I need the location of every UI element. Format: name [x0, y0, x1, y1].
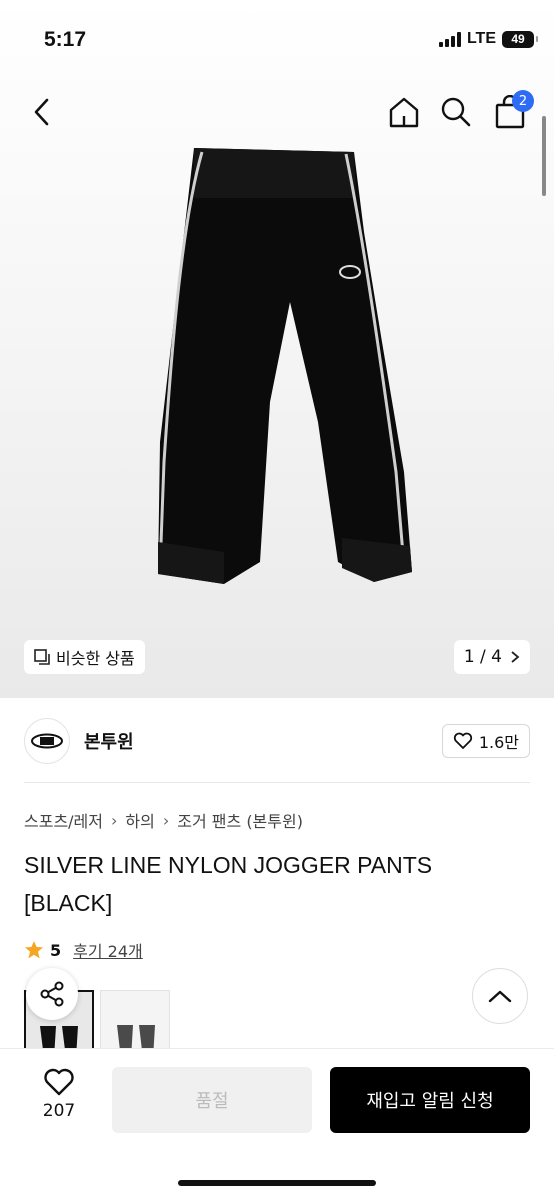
network-label: LTE: [466, 30, 496, 47]
chevron-up-icon: [488, 990, 512, 1003]
brand-logo-icon: [31, 733, 63, 749]
status-indicators: LTE 49: [438, 30, 538, 48]
chevron-right-icon: ›: [111, 810, 118, 830]
product-image: [158, 148, 412, 584]
cart-button[interactable]: 2: [490, 90, 534, 132]
breadcrumb-item[interactable]: 조거 팬츠 (본투윈): [177, 808, 303, 832]
breadcrumb-item[interactable]: 스포츠/레저: [24, 808, 103, 832]
wishlist-count: 207: [42, 1101, 76, 1121]
top-nav: 2: [0, 82, 554, 142]
signal-icon: [438, 31, 461, 47]
brand-logo[interactable]: [24, 718, 70, 764]
copy-icon: [34, 649, 50, 665]
status-time: 5:17: [44, 28, 87, 51]
battery-level: 49: [511, 32, 525, 46]
brand-like-button[interactable]: 1.6만: [441, 724, 530, 758]
scroll-top-button[interactable]: [472, 968, 528, 1024]
back-button[interactable]: [22, 92, 62, 132]
breadcrumb: 스포츠/레저 › 하의 › 조거 팬츠 (본투윈): [24, 808, 303, 832]
chevron-right-icon: [511, 651, 520, 663]
divider: [24, 782, 530, 783]
heart-icon: [453, 732, 472, 749]
chevron-right-icon: ›: [162, 810, 170, 830]
star-icon: [25, 941, 43, 959]
bottom-action-bar: 207 품절 재입고 알림 신청: [0, 1048, 554, 1200]
brand-name[interactable]: 본투윈: [84, 728, 134, 754]
soldout-button: 품절: [112, 1067, 312, 1133]
review-link[interactable]: 후기 24개: [73, 938, 143, 962]
image-page-indicator[interactable]: 1 / 4: [453, 640, 530, 674]
battery-icon: 49: [502, 30, 538, 48]
restock-alert-button[interactable]: 재입고 알림 신청: [330, 1067, 530, 1133]
page-indicator-text: 1 / 4: [463, 647, 502, 667]
home-indicator: [178, 1180, 376, 1186]
breadcrumb-item[interactable]: 하의: [125, 808, 154, 832]
heart-icon: [44, 1068, 74, 1096]
rating-row: 5 후기 24개: [24, 938, 143, 962]
wishlist-button[interactable]: 207: [24, 1067, 94, 1137]
status-bar: 5:17 LTE 49: [0, 0, 554, 82]
similar-products-label: 비슷한 상품: [56, 649, 135, 668]
search-button[interactable]: [436, 92, 476, 132]
brand-like-count: 1.6만: [478, 733, 519, 752]
rating-score: 5: [50, 940, 62, 960]
share-icon: [40, 981, 64, 1007]
home-icon: [389, 97, 419, 128]
share-button[interactable]: [26, 968, 78, 1020]
home-button[interactable]: [384, 92, 424, 132]
search-icon: [441, 97, 471, 127]
chevron-left-icon: [34, 98, 49, 126]
cart-count-badge: 2: [512, 90, 534, 112]
similar-products-button[interactable]: 비슷한 상품: [24, 640, 145, 674]
brand-row: 본투윈 1.6만: [24, 716, 530, 766]
product-title: SILVER LINE NYLON JOGGER PANTS [BLACK]: [24, 852, 433, 916]
